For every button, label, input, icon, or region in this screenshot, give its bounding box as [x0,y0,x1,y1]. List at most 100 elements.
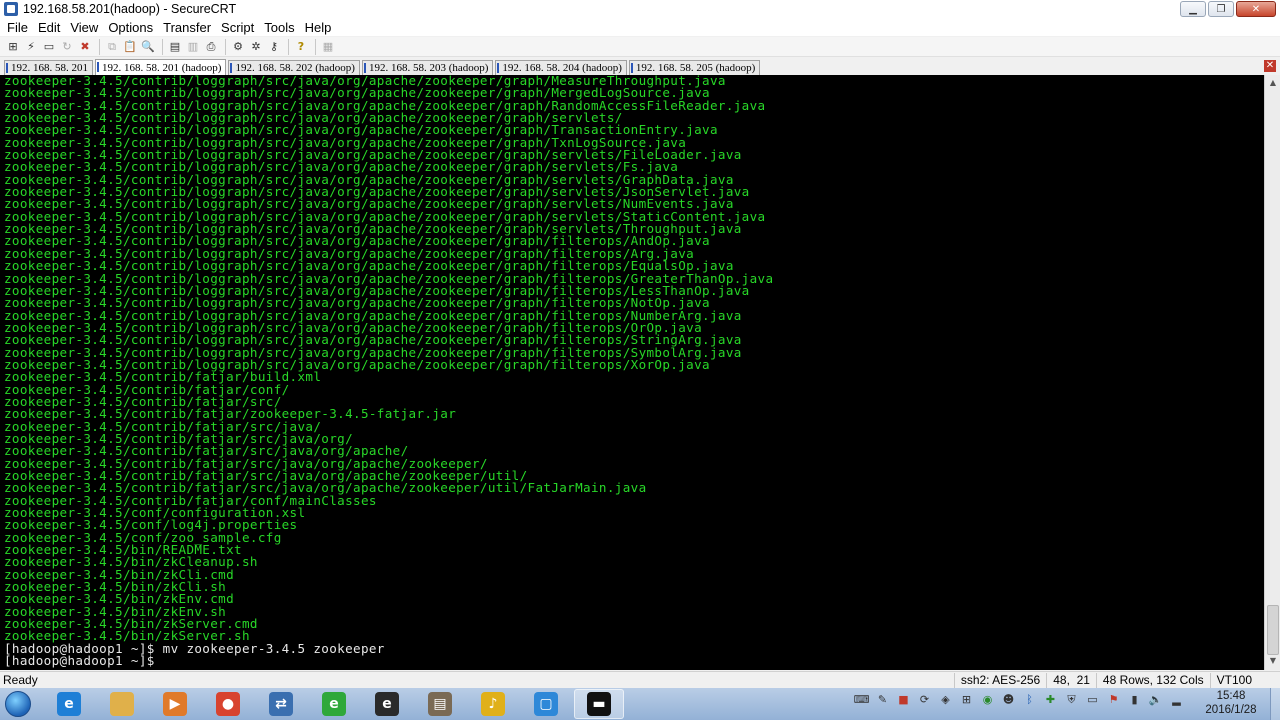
menu-options[interactable]: Options [103,20,158,35]
status-cursor-position: 48, 21 [1046,672,1096,688]
clock-time: 15:48 [1216,690,1246,702]
status-ready: Ready [3,673,38,687]
paste-icon[interactable]: 📋 [122,39,138,55]
taskbar-app-button[interactable]: ▤ [415,689,465,719]
close-button[interactable]: ✕ [1236,1,1276,17]
keyboard-icon[interactable]: ⌨ [854,692,870,707]
sync-icon[interactable]: ⟳ [917,692,932,707]
menu-tools[interactable]: Tools [259,20,299,35]
display-icon[interactable]: ▭ [1085,692,1100,707]
scrollbar-thumb[interactable] [1267,605,1279,655]
taskbar-clock[interactable]: 15:48 2016/1/28 [1196,689,1266,717]
pen-icon[interactable]: ✎ [875,692,890,707]
menu-bar: File Edit View Options Transfer Script T… [0,18,1280,36]
taskbar-app-button[interactable]: e [362,689,412,719]
archive-icon: ▤ [428,692,452,716]
find-icon[interactable]: 🔍 [140,39,156,55]
tab-session-205-hadoop[interactable]: 192. 168. 58. 205 (hadoop) [628,60,761,75]
wifi-icon[interactable]: ▂ [1169,692,1184,707]
help-icon[interactable]: ? [293,39,309,55]
window-title: 192.168.58.201(hadoop) - SecureCRT [23,2,237,16]
minimize-button[interactable]: ▁ [1180,1,1206,17]
taskbar-app-button[interactable]: ⇄ [256,689,306,719]
qq-icon[interactable]: ☻ [1001,692,1016,707]
quick-connect-icon[interactable]: ⚡ [23,39,39,55]
print-icon[interactable]: ▤ [167,39,183,55]
connect-icon[interactable]: ⊞ [5,39,21,55]
volume-icon[interactable]: 🔈 [1148,692,1163,707]
session-options-icon[interactable]: ⚙ [230,39,246,55]
securecrt-app-icon[interactable] [4,2,18,16]
taskbar-app-button[interactable] [97,689,147,719]
taskbar-app-button[interactable]: e [44,689,94,719]
sftp-icon[interactable]: ▦ [320,39,336,55]
connect-tab-icon[interactable]: ▭ [41,39,57,55]
title-bar[interactable]: 192.168.58.201(hadoop) - SecureCRT ▁ ❐ ✕ [0,0,1280,18]
terminal-output[interactable]: zookeeper-3.4.5/contrib/loggraph/src/jav… [0,75,1264,670]
window-controls: ▁ ❐ ✕ [1180,1,1276,17]
copy-icon[interactable]: ⧉ [104,39,120,55]
global-options-icon[interactable]: ✲ [248,39,264,55]
tab-session-204-hadoop[interactable]: 192. 168. 58. 204 (hadoop) [495,60,627,75]
session-tabs: 192. 168. 58. 201 192. 168. 58. 201 (had… [0,59,1280,75]
status-emulation: VT100 [1209,672,1280,688]
close-tab-icon[interactable]: ✕ [1264,60,1276,72]
printer-icon[interactable]: ⎙ [203,39,219,55]
menu-file[interactable]: File [2,20,33,35]
flag-icon[interactable]: ⚑ [1106,692,1121,707]
taskbar-app-button[interactable]: ▢ [521,689,571,719]
taskbar-app-button[interactable]: ● [203,689,253,719]
menu-edit[interactable]: Edit [33,20,65,35]
network-shield-icon[interactable]: ◈ [938,692,953,707]
taskbar-app-button[interactable]: ▶ [150,689,200,719]
status-terminal-size: 48 Rows, 132 Cols [1095,672,1210,688]
taskbar-app-button[interactable]: ♪ [468,689,518,719]
record-icon[interactable]: ■ [896,692,911,707]
chrome-icon: ● [216,692,240,716]
network-tool-icon: ⇄ [269,692,293,716]
tab-session-201-hadoop[interactable]: 192. 168. 58. 201 (hadoop) [95,59,227,75]
menu-script[interactable]: Script [216,20,259,35]
terminal-prompt-line: [hadoop@hadoop1 ~]$ mv zookeeper-3.4.5 z… [4,640,385,656]
disconnect-icon[interactable]: ✖ [77,39,93,55]
update-icon[interactable]: ◉ [980,692,995,707]
terminal-icon: ▬ [587,692,611,716]
menu-view[interactable]: View [65,20,103,35]
toolbar-separator [99,38,100,55]
start-button[interactable] [0,688,36,720]
pinned-apps: e ▶ ● ⇄ e e ▤ ♪ ▢ ▬ [36,689,627,719]
tab-session-203-hadoop[interactable]: 192. 168. 58. 203 (hadoop) [361,60,494,75]
scroll-down-icon[interactable]: ▼ [1267,655,1279,667]
toolbar-separator [315,38,316,55]
file-explorer-icon [110,692,134,716]
menu-help[interactable]: Help [300,20,337,35]
toolbar-separator [225,38,226,55]
keymap-icon[interactable]: ⚷ [266,39,282,55]
tab-session-201[interactable]: 192. 168. 58. 201 [4,60,93,75]
bluetooth-icon[interactable]: ᛒ [1022,692,1037,707]
battery-icon[interactable]: ▮ [1127,692,1142,707]
tab-session-202-hadoop[interactable]: 192. 168. 58. 202 (hadoop) [228,60,360,75]
reconnect-icon[interactable]: ↻ [59,39,75,55]
menu-transfer[interactable]: Transfer [158,20,216,35]
shield-icon[interactable]: ⛨ [1064,692,1079,707]
clock-date: 2016/1/28 [1205,704,1257,716]
restore-button[interactable]: ❐ [1208,1,1234,17]
status-protocol: ssh2: AES-256 [953,672,1046,688]
windows-flag-icon[interactable]: ⊞ [959,692,974,707]
terminal-prompt-current: [hadoop@hadoop1 ~]$ [4,653,163,669]
toolbar: ⊞ ⚡ ▭ ↻ ✖ ⧉ 📋 🔍 ▤ ▥ ⎙ ⚙ ✲ ⚷ ? ▦ [0,37,1280,57]
show-desktop-button[interactable] [1270,688,1280,720]
media-player-icon: ▶ [163,692,187,716]
taskbar: e ▶ ● ⇄ e e ▤ ♪ ▢ ▬ ⌨ ✎ ■ ⟳ ◈ ⊞ ◉ ☻ ᛒ ✚ ⛨ ▭ ⚑ ▮ 🔈… [0,688,1280,720]
virtual-machine-icon: ▢ [534,692,558,716]
print-selection-icon[interactable]: ▥ [185,39,201,55]
music-player-icon: ♪ [481,692,505,716]
windows-orb-icon [5,691,31,717]
toolbar-separator [162,38,163,55]
security-icon[interactable]: ✚ [1043,692,1058,707]
taskbar-app-button[interactable]: e [309,689,359,719]
terminal-scrollbar[interactable]: ▲ ▼ [1264,75,1280,670]
scroll-up-icon[interactable]: ▲ [1267,77,1279,89]
taskbar-app-button[interactable]: ▬ [574,689,624,719]
